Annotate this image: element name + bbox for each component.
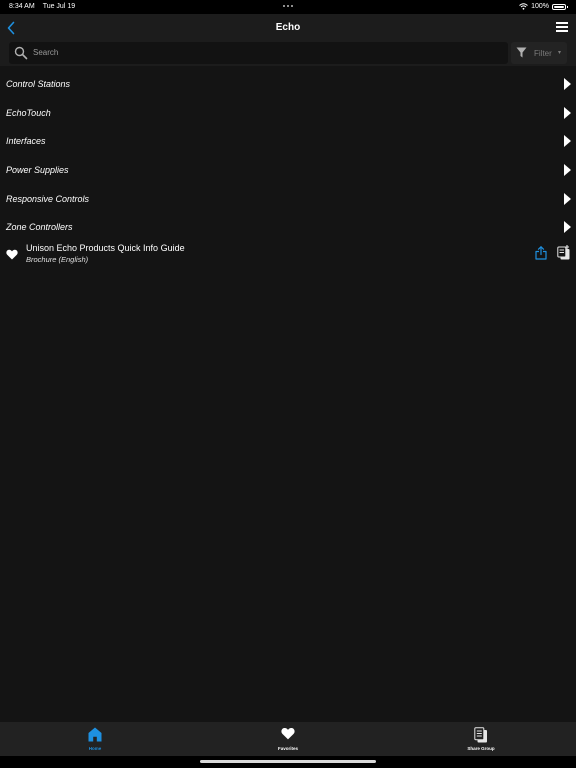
menu-button[interactable] xyxy=(556,22,568,34)
category-row-responsive-controls[interactable]: Responsive Controls xyxy=(0,185,576,213)
triangle-right-icon xyxy=(564,107,571,119)
multitasking-dots-icon[interactable] xyxy=(283,5,293,7)
filter-button[interactable]: Filter ▾ xyxy=(511,42,567,64)
category-label: Responsive Controls xyxy=(6,194,90,204)
tab-bar: Home Favorites Share Group xyxy=(0,722,576,756)
search-field[interactable] xyxy=(9,42,508,64)
search-row: Filter ▾ xyxy=(0,42,576,66)
hamburger-menu-icon xyxy=(556,22,568,32)
triangle-right-icon xyxy=(564,78,571,90)
category-label: Control Stations xyxy=(6,79,71,89)
status-date: Tue Jul 19 xyxy=(42,3,76,10)
category-row-zone-controllers[interactable]: Zone Controllers xyxy=(0,213,576,241)
tab-share-group-label: Share Group xyxy=(467,746,495,751)
wifi-icon xyxy=(519,3,528,10)
category-row-control-stations[interactable]: Control Stations xyxy=(0,70,576,98)
funnel-icon xyxy=(516,47,527,58)
category-row-interfaces[interactable]: Interfaces xyxy=(0,127,576,155)
page-title: Echo xyxy=(275,22,301,33)
home-icon xyxy=(88,727,102,742)
status-bar: 8:34 AM Tue Jul 19 100% xyxy=(0,0,576,14)
triangle-right-icon xyxy=(564,135,571,147)
triangle-right-icon xyxy=(564,221,571,233)
document-subtitle: Brochure (English) xyxy=(26,255,89,264)
status-right: 100% xyxy=(519,3,568,10)
tab-home-label: Home xyxy=(88,746,102,751)
document-icon xyxy=(474,727,487,743)
status-left: 8:34 AM Tue Jul 19 xyxy=(9,3,75,10)
tab-favorites-label: Favorites xyxy=(277,746,298,751)
heart-icon xyxy=(281,727,295,740)
home-indicator[interactable] xyxy=(200,760,376,763)
share-icon[interactable] xyxy=(535,246,547,260)
chevron-down-icon: ▾ xyxy=(558,50,562,56)
category-label: Zone Controllers xyxy=(6,222,73,232)
triangle-right-icon xyxy=(564,164,571,176)
document-title: Unison Echo Products Quick Info Guide xyxy=(26,243,185,253)
tab-share-group[interactable]: Share Group xyxy=(451,722,511,756)
triangle-right-icon xyxy=(564,193,571,205)
category-row-power-supplies[interactable]: Power Supplies xyxy=(0,156,576,184)
add-to-share-group-icon[interactable] xyxy=(557,245,570,260)
status-time: 8:34 AM xyxy=(9,3,35,10)
battery-percent: 100% xyxy=(531,3,549,10)
document-row[interactable]: Unison Echo Products Quick Info Guide Br… xyxy=(0,240,576,268)
tab-favorites[interactable]: Favorites xyxy=(258,722,318,756)
content-list: Control Stations EchoTouch Interfaces Po… xyxy=(0,66,576,722)
heart-icon[interactable] xyxy=(6,249,18,260)
category-label: EchoTouch xyxy=(6,108,51,118)
search-icon xyxy=(14,46,28,60)
search-input[interactable] xyxy=(31,42,501,62)
battery-level xyxy=(554,5,564,8)
category-label: Interfaces xyxy=(6,136,46,146)
battery-icon xyxy=(552,3,568,10)
filter-label: Filter xyxy=(534,49,552,58)
nav-bar: Echo xyxy=(0,14,576,42)
tab-home[interactable]: Home xyxy=(65,722,125,756)
category-label: Power Supplies xyxy=(6,165,69,175)
category-row-echotouch[interactable]: EchoTouch xyxy=(0,99,576,127)
